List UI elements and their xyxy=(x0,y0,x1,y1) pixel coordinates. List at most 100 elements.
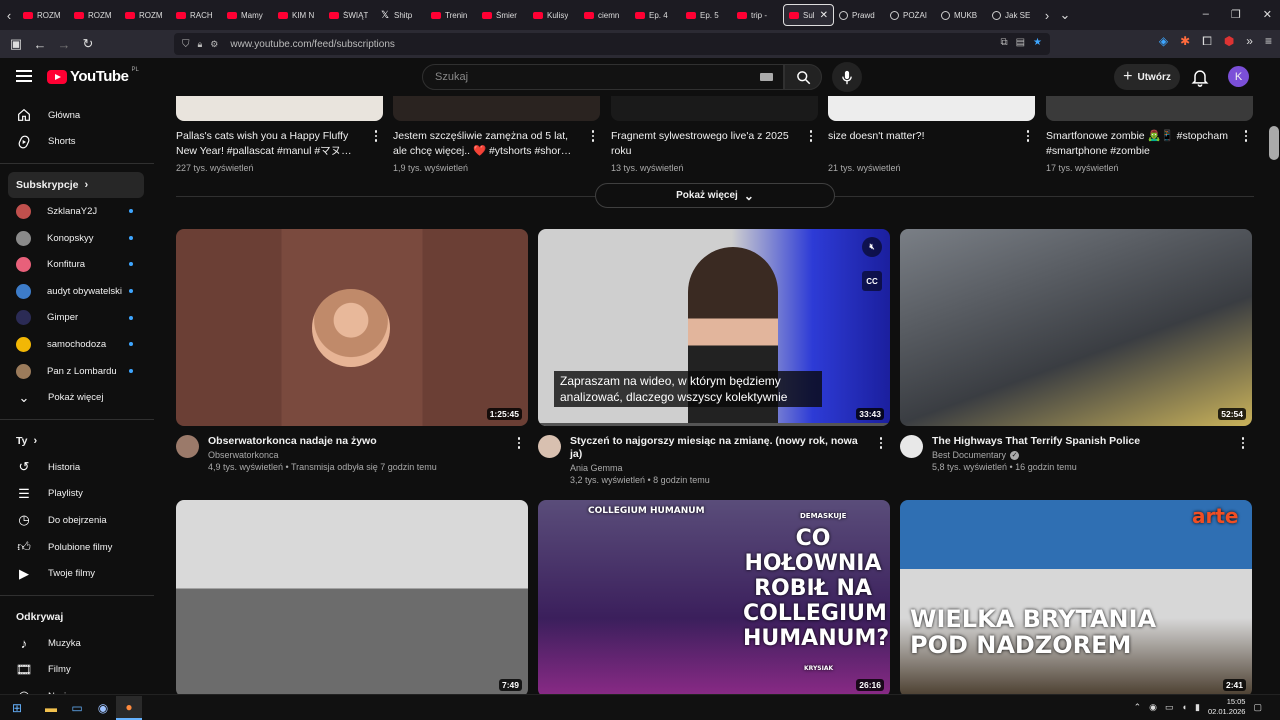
notifications-bell-icon[interactable] xyxy=(1190,67,1210,87)
url-text[interactable]: www.youtube.com/feed/subscriptions xyxy=(230,39,395,50)
back-icon[interactable]: ← xyxy=(28,32,52,56)
short-thumbnail[interactable] xyxy=(828,96,1035,121)
browser-tab[interactable]: KIM N xyxy=(273,4,324,26)
page-scrollbar[interactable] xyxy=(1268,96,1280,694)
more-actions-icon[interactable] xyxy=(512,436,526,450)
channel-name[interactable]: Ania Gemma xyxy=(570,463,623,473)
url-bar[interactable]: ⛉ 🔒︎ ⚙ www.youtube.com/feed/subscription… xyxy=(174,33,1050,55)
video-card[interactable]: 7:49 xyxy=(176,500,528,694)
sidebar-subscription[interactable]: SzklanaY2J xyxy=(0,198,154,225)
channel-avatar[interactable] xyxy=(538,435,561,458)
browser-tab[interactable]: ŚWIĄT xyxy=(324,4,375,26)
sidebar-item-clock[interactable]: ◷ Do obejrzenia xyxy=(0,507,154,534)
video-card[interactable]: 52:54 The Highways That Terrify Spanish P… xyxy=(900,229,1252,485)
mute-icon[interactable]: 🔇︎ xyxy=(862,237,882,257)
short-thumbnail[interactable] xyxy=(1046,96,1253,121)
browser-tab[interactable]: ROZM xyxy=(120,4,171,26)
channel-avatar[interactable] xyxy=(176,435,199,458)
sidebar-subscription[interactable]: Pan z Lombardu xyxy=(0,358,154,385)
preview-progress-bar[interactable] xyxy=(538,423,890,426)
tray-app-icon[interactable]: ◉ xyxy=(1149,702,1157,713)
short-card[interactable]: Jestem szczęśliwie zamężna od 5 lat, ale… xyxy=(393,96,600,173)
tab-list-back-icon[interactable]: ‹ xyxy=(0,3,18,27)
app-menu-icon[interactable]: ≡ xyxy=(1265,34,1272,49)
sidebar-subscription[interactable]: Gimper xyxy=(0,305,154,332)
keyboard-icon[interactable] xyxy=(760,73,773,81)
browser-tab[interactable]: 𝕏 Shitp xyxy=(375,4,426,26)
shield-icon[interactable]: ⛉ xyxy=(182,39,190,50)
short-thumbnail[interactable] xyxy=(176,96,383,121)
more-actions-icon[interactable] xyxy=(369,129,383,143)
steam-icon[interactable]: ◉ xyxy=(90,696,116,720)
sidebar-subscription[interactable]: Konopskyy xyxy=(0,225,154,252)
sidebar-heading-subscriptions[interactable]: Subskrypcje › xyxy=(8,172,144,199)
browser-tab[interactable]: Ep. 5 xyxy=(681,4,732,26)
notifications-icon[interactable]: ▢ xyxy=(1253,702,1262,713)
adblock-extension-icon[interactable]: ⬢ xyxy=(1224,34,1234,49)
sidebar-item-music[interactable]: ♪ Muzyka xyxy=(0,630,154,657)
channel-name[interactable]: Best Documentary xyxy=(932,450,1006,460)
browser-tab[interactable]: Jak SE xyxy=(987,4,1038,26)
close-window-icon[interactable]: ✕ xyxy=(1263,8,1272,21)
reload-icon[interactable]: ↻ xyxy=(76,32,100,56)
create-button[interactable]: + Utwórz xyxy=(1114,64,1180,90)
restore-icon[interactable]: ❐ xyxy=(1231,8,1241,21)
video-thumbnail[interactable]: DEMASKUJE COLLEGIUM HUMANUM CO HOŁOWNIA RO… xyxy=(538,500,890,694)
short-thumbnail[interactable] xyxy=(611,96,818,121)
short-card[interactable]: size doesn't matter?! 21 tys. wyświetleń xyxy=(828,96,1035,173)
vpn-extension-icon[interactable]: ◈ xyxy=(1159,34,1168,49)
sidebar-item-shorts[interactable]: Shorts xyxy=(0,129,154,156)
video-card[interactable]: 1:25:45 Obserwatorkonca nadaje na żywo Obs… xyxy=(176,229,528,485)
extensions-puzzle-icon[interactable]: ⧠ xyxy=(1202,34,1212,49)
video-thumbnail[interactable]: arte WIELKA BRYTANIA POD NADZOREM 2:41 xyxy=(900,500,1252,694)
sidebar-show-more[interactable]: ⌄ Pokaż więcej xyxy=(0,384,154,411)
sidebar-subscription[interactable]: samochodoza xyxy=(0,331,154,358)
browser-tab[interactable]: Mamy xyxy=(222,4,273,26)
browser-tab[interactable]: POŻAI xyxy=(885,4,936,26)
captions-icon[interactable]: CC xyxy=(862,271,882,291)
search-input[interactable] xyxy=(435,71,735,83)
sidebar-item-history[interactable]: ↺ Historia xyxy=(0,454,154,481)
video-title[interactable]: The Highways That Terrify Spanish Police xyxy=(932,435,1232,448)
sidebar-item-thumbs-up[interactable]: 👍︎ Polubione filmy xyxy=(0,534,154,561)
reader-view-icon[interactable]: ▤ xyxy=(1016,37,1025,48)
forward-icon[interactable]: → xyxy=(52,32,76,56)
video-card[interactable]: arte WIELKA BRYTANIA POD NADZOREM 2:41 xyxy=(900,500,1252,694)
video-thumbnail[interactable]: 52:54 xyxy=(900,229,1252,426)
youtube-logo[interactable]: YouTube PL xyxy=(47,67,139,85)
more-actions-icon[interactable] xyxy=(1236,436,1250,450)
short-title[interactable]: Jestem szczęśliwie zamężna od 5 lat, ale… xyxy=(393,129,583,159)
guide-menu-icon[interactable] xyxy=(16,70,32,82)
picture-in-picture-icon[interactable]: ⧉ xyxy=(1000,37,1007,48)
more-actions-icon[interactable] xyxy=(1239,129,1253,143)
short-card[interactable]: Smartfonowe zombie 🧟‍♂️📱 #stopcham #smar… xyxy=(1046,96,1253,173)
sidebar-item-live[interactable]: ◎Na żywo xyxy=(0,683,154,694)
video-thumbnail[interactable]: 🔇︎ CC Zapraszam na wideo, w którym będziem… xyxy=(538,229,890,426)
browser-tab[interactable]: ROZM xyxy=(18,4,69,26)
battery-icon[interactable]: ▮ xyxy=(1195,702,1200,713)
more-actions-icon[interactable] xyxy=(1021,129,1035,143)
browser-tab[interactable]: Prawd xyxy=(834,4,885,26)
windows-start-icon[interactable]: ⊞ xyxy=(4,696,30,720)
video-title[interactable]: Obserwatorkonca nadaje na żywo xyxy=(208,435,508,448)
sidebar-subscription[interactable]: audyt obywatelski xyxy=(0,278,154,305)
overflow-chevrons-icon[interactable]: » xyxy=(1246,34,1253,49)
scrollbar-thumb[interactable] xyxy=(1269,126,1279,160)
more-actions-icon[interactable] xyxy=(804,129,818,143)
video-card[interactable]: DEMASKUJE COLLEGIUM HUMANUM CO HOŁOWNIA RO… xyxy=(538,500,890,694)
channel-name[interactable]: Obserwatorkonca xyxy=(208,450,279,460)
short-thumbnail[interactable] xyxy=(393,96,600,121)
browser-tab[interactable]: ciemn xyxy=(579,4,630,26)
more-actions-icon[interactable] xyxy=(874,436,888,450)
close-tab-icon[interactable]: ✕ xyxy=(820,10,828,21)
channel-avatar[interactable] xyxy=(900,435,923,458)
sidebar-heading-you[interactable]: Ty › xyxy=(8,428,144,454)
search-button[interactable] xyxy=(784,64,822,90)
video-thumbnail[interactable]: 7:49 xyxy=(176,500,528,694)
browser-tab[interactable]: Sub ✕ xyxy=(783,4,834,26)
browser-tab[interactable]: MUKB xyxy=(936,4,987,26)
monitor-app-icon[interactable]: ▭ xyxy=(64,696,90,720)
sidebar-item-film[interactable]: 🎞︎ Filmy xyxy=(0,657,154,684)
video-title[interactable]: Styczeń to najgorszy miesiąc na zmianę. … xyxy=(570,435,870,461)
short-title[interactable]: size doesn't matter?! xyxy=(828,129,1018,159)
